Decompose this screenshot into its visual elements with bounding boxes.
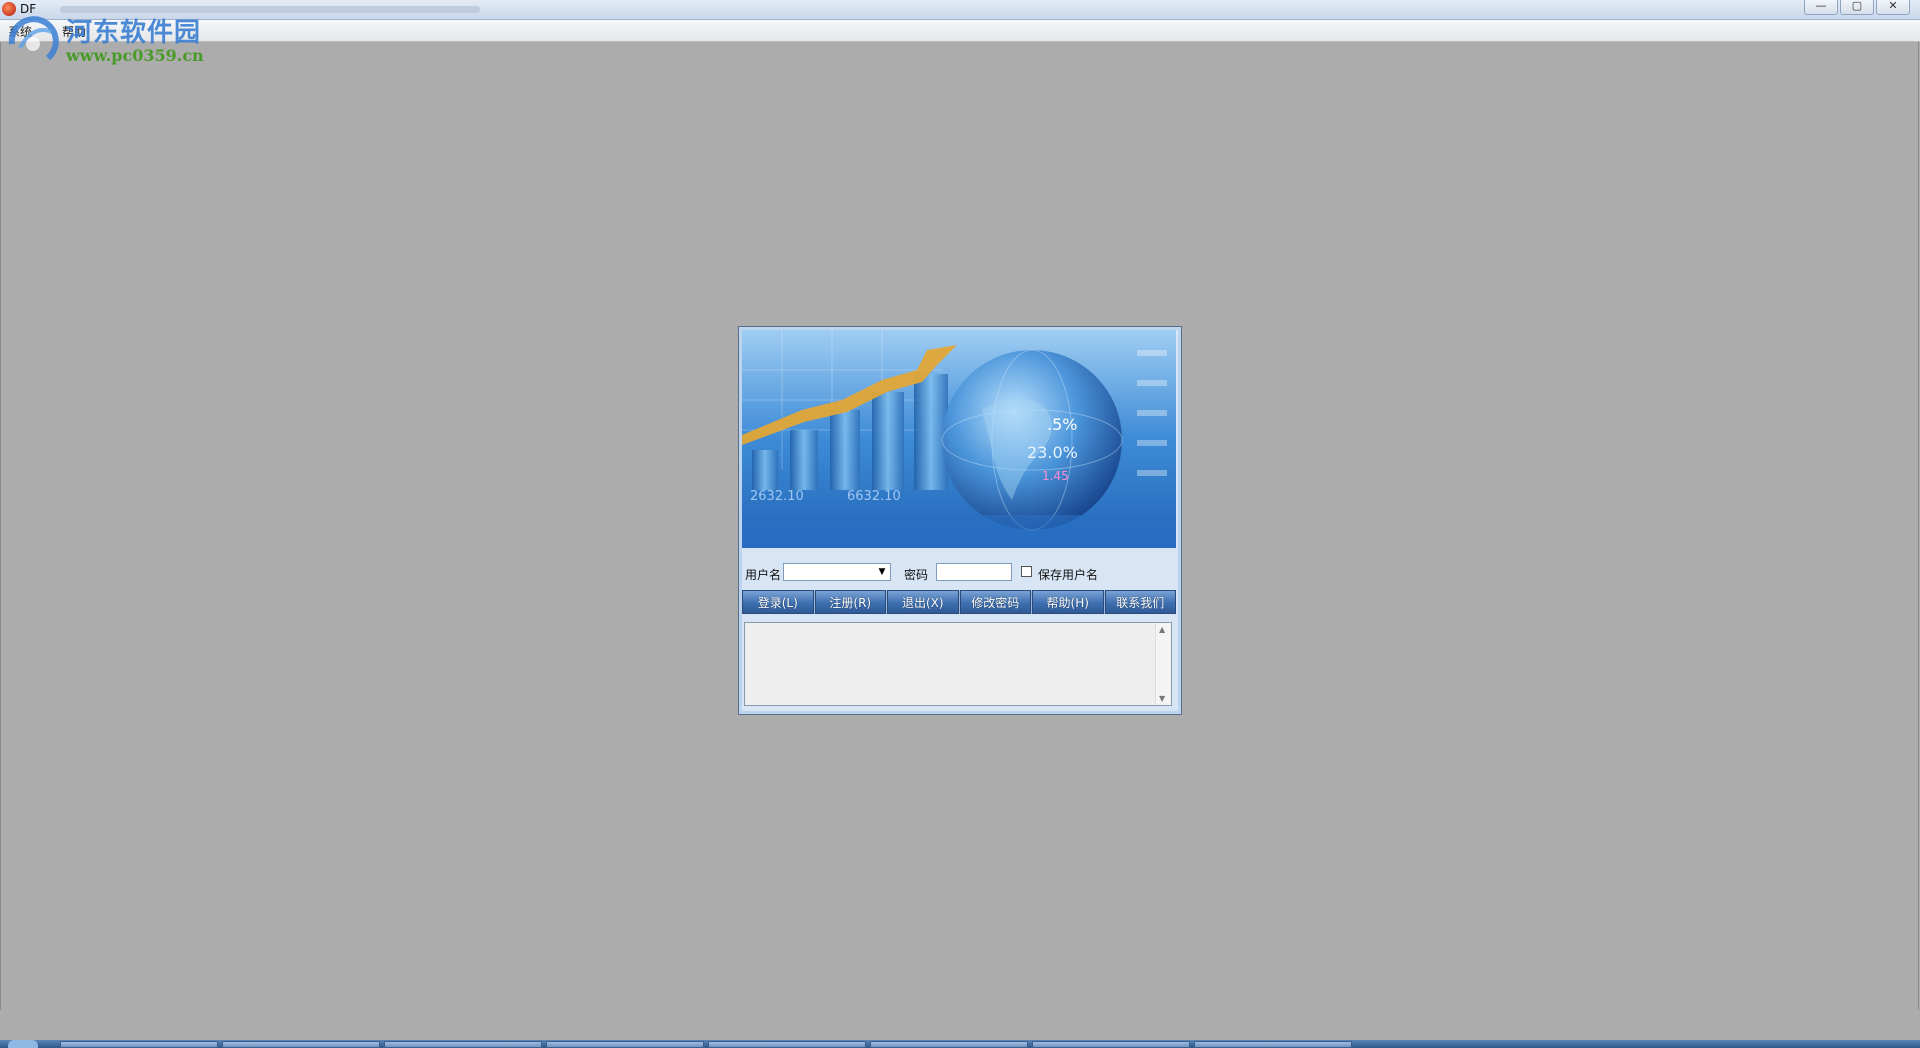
watermark-url: www.pc0359.cn bbox=[66, 46, 204, 65]
watermark-name: 河东软件园 bbox=[66, 18, 202, 48]
banner-ticker-4: 6632.10 bbox=[847, 489, 901, 504]
message-box[interactable]: ▲ ▼ bbox=[744, 622, 1172, 706]
menubar: 系统 帮助 bbox=[0, 20, 1920, 42]
password-input[interactable] bbox=[936, 563, 1012, 581]
password-label: 密码 bbox=[904, 568, 929, 582]
message-scrollbar[interactable]: ▲ ▼ bbox=[1155, 623, 1171, 705]
maximize-button[interactable]: ▢ bbox=[1840, 0, 1874, 15]
username-combobox[interactable]: ▼ bbox=[783, 563, 891, 581]
banner-ticker-5: 2632.10 bbox=[750, 489, 804, 504]
left-border bbox=[0, 42, 1, 1010]
login-dialog: .5% 23.0% 1.45 6632.10 2632.10 用户名 ▼ 密码 … bbox=[738, 326, 1182, 715]
remember-username-label: 保存用户名 bbox=[1038, 568, 1099, 582]
taskbar-item[interactable] bbox=[1032, 1041, 1190, 1048]
banner-ticker-3: 1.45 bbox=[1042, 469, 1069, 483]
username-label: 用户名 bbox=[745, 568, 782, 582]
window-titlebar: DF — ▢ ✕ bbox=[0, 0, 1920, 20]
taskbar-item[interactable] bbox=[546, 1041, 704, 1048]
change-password-button[interactable]: 修改密码 bbox=[959, 590, 1031, 614]
remember-username-checkbox[interactable] bbox=[1021, 566, 1032, 577]
taskbar-item[interactable] bbox=[708, 1041, 866, 1048]
scroll-up-icon[interactable]: ▲ bbox=[1159, 625, 1165, 634]
chevron-down-icon[interactable]: ▼ bbox=[875, 565, 889, 579]
register-button[interactable]: 注册(R) bbox=[814, 590, 886, 614]
login-button[interactable]: 登录(L) bbox=[742, 590, 814, 614]
banner-ticker-2: 23.0% bbox=[1027, 443, 1078, 462]
minimize-button[interactable]: — bbox=[1804, 0, 1838, 15]
taskbar-item[interactable] bbox=[1194, 1041, 1352, 1048]
taskbar bbox=[0, 1040, 1920, 1048]
scroll-down-icon[interactable]: ▼ bbox=[1159, 694, 1165, 703]
close-button[interactable]: ✕ bbox=[1876, 0, 1910, 15]
taskbar-item[interactable] bbox=[384, 1041, 542, 1048]
taskbar-item[interactable] bbox=[870, 1041, 1028, 1048]
taskbar-item[interactable] bbox=[60, 1041, 218, 1048]
login-button-bar: 登录(L) 注册(R) 退出(X) 修改密码 帮助(H) 联系我们 bbox=[742, 590, 1176, 614]
start-button[interactable] bbox=[8, 1040, 38, 1048]
contact-us-button[interactable]: 联系我们 bbox=[1104, 590, 1176, 614]
window-controls: — ▢ ✕ bbox=[1804, 0, 1910, 18]
watermark-logo-icon bbox=[8, 16, 59, 61]
taskbar-item[interactable] bbox=[222, 1041, 380, 1048]
exit-button[interactable]: 退出(X) bbox=[887, 590, 959, 614]
right-border bbox=[1918, 42, 1919, 1010]
login-banner-image: .5% 23.0% 1.45 6632.10 2632.10 bbox=[742, 330, 1176, 548]
banner-ticker-1: .5% bbox=[1047, 415, 1077, 434]
help-button[interactable]: 帮助(H) bbox=[1032, 590, 1104, 614]
login-form-row: 用户名 ▼ 密码 保存用户名 bbox=[743, 562, 1175, 584]
